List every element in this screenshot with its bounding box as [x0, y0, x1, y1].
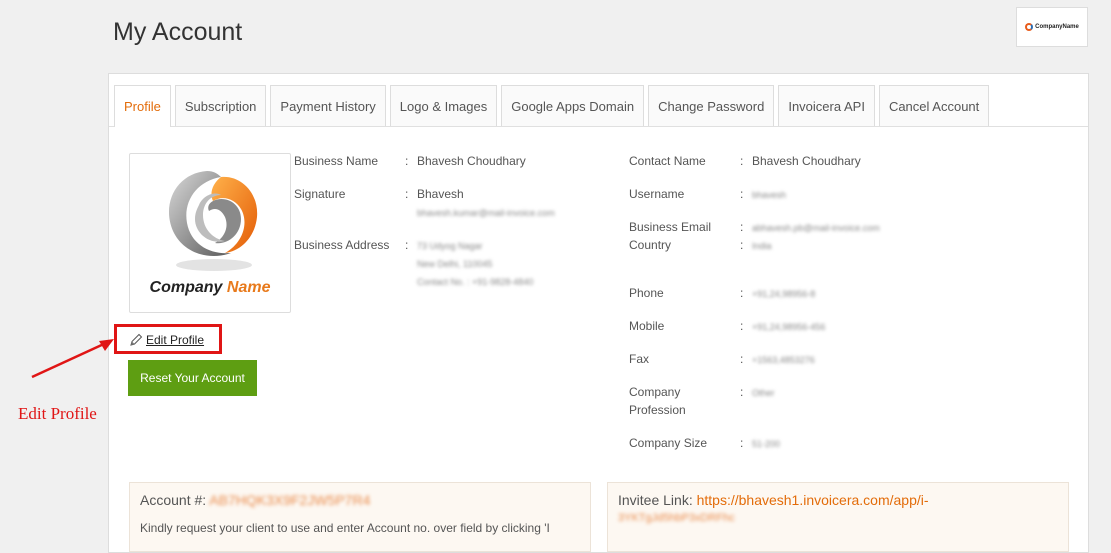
pencil-icon: [130, 333, 143, 346]
fax-label: Fax: [629, 352, 650, 366]
company-profession-label: Company Profession: [629, 385, 686, 417]
tab-profile[interactable]: Profile: [114, 85, 171, 127]
edit-profile-label[interactable]: Edit Profile: [146, 333, 204, 347]
country-label: Country: [629, 238, 672, 252]
business-name-label: Business Name: [294, 154, 379, 168]
tab-change-password[interactable]: Change Password: [648, 85, 775, 126]
username-label: Username: [629, 187, 685, 201]
tab-google-apps-domain[interactable]: Google Apps Domain: [501, 85, 645, 126]
invitee-link-box: Invitee Link: https://bhavesh1.invoicera…: [607, 482, 1069, 552]
business-email-label: Business Email: [629, 220, 712, 234]
fax-value: +1563,4853276: [752, 355, 815, 365]
brand-logo-icon: [1025, 23, 1034, 31]
mobile-value: +91,24,98956-456: [752, 322, 826, 332]
invitee-link-label: Invitee Link:: [618, 492, 693, 508]
business-name-value: Bhavesh Choudhary: [417, 154, 526, 168]
username-value: bhavesh: [752, 190, 787, 200]
business-address-label: Business Address: [294, 238, 390, 252]
signature-email: bhavesh.kumar@mail-invoice.com: [417, 208, 555, 218]
edit-profile-link[interactable]: Edit Profile: [129, 333, 204, 347]
company-logo-text: Company Name: [149, 279, 271, 296]
company-logo-graphic: [168, 171, 258, 271]
phone-label: Phone: [629, 286, 664, 300]
page-title: My Account: [113, 18, 243, 46]
brand-logo-text: CompanyName: [1035, 24, 1079, 30]
contact-name-label: Contact Name: [629, 154, 706, 168]
contact-name-value: Bhavesh Choudhary: [752, 154, 861, 168]
brand-logo: CompanyName: [1016, 7, 1088, 47]
tab-payment-history[interactable]: Payment History: [270, 85, 386, 126]
company-logo: Company Name: [129, 153, 291, 313]
company-profession-value: Other: [752, 388, 775, 398]
annotation-arrow-icon: [31, 339, 114, 379]
company-size-value: 51-200: [752, 439, 781, 449]
signature-label: Signature: [294, 187, 346, 201]
invitee-link-continued[interactable]: 3YKTgJd5hbP3xDRFhc: [618, 512, 1058, 524]
address-line-3: Contact No. : +91-9828-4840: [417, 277, 534, 287]
annotation-label: Edit Profile: [18, 404, 97, 423]
account-panel: Profile Subscription Payment History Log…: [108, 73, 1089, 553]
tab-cancel-account[interactable]: Cancel Account: [878, 85, 990, 126]
address-line-2: New Delhi, 110045: [417, 259, 493, 269]
account-number-label: Account #:: [140, 492, 207, 508]
account-number-value: AB7HQK3X9F2JW5P7R4: [209, 492, 371, 508]
account-number-box: Account #: AB7HQK3X9F2JW5P7R4 Kindly req…: [129, 482, 591, 552]
reset-account-button[interactable]: Reset Your Account: [128, 360, 257, 396]
invitee-link[interactable]: https://bhavesh1.invoicera.com/app/i-: [697, 492, 929, 508]
phone-value: +91,24,98956-8: [752, 289, 816, 299]
tab-invoicera-api[interactable]: Invoicera API: [778, 85, 875, 126]
tab-bar: Profile Subscription Payment History Log…: [109, 85, 1088, 127]
account-number-help: Kindly request your client to use and en…: [140, 521, 550, 535]
address-line-1: 73 Udyog Nagar: [417, 241, 483, 251]
signature-value: Bhavesh: [417, 187, 464, 201]
tab-subscription[interactable]: Subscription: [174, 85, 267, 126]
business-email-value: abhavesh.pb@mail-invoice.com: [752, 223, 880, 233]
company-size-label: Company Size: [629, 436, 708, 450]
tab-logo-images[interactable]: Logo & Images: [389, 85, 498, 126]
country-value: India: [752, 241, 772, 251]
mobile-label: Mobile: [629, 319, 665, 333]
